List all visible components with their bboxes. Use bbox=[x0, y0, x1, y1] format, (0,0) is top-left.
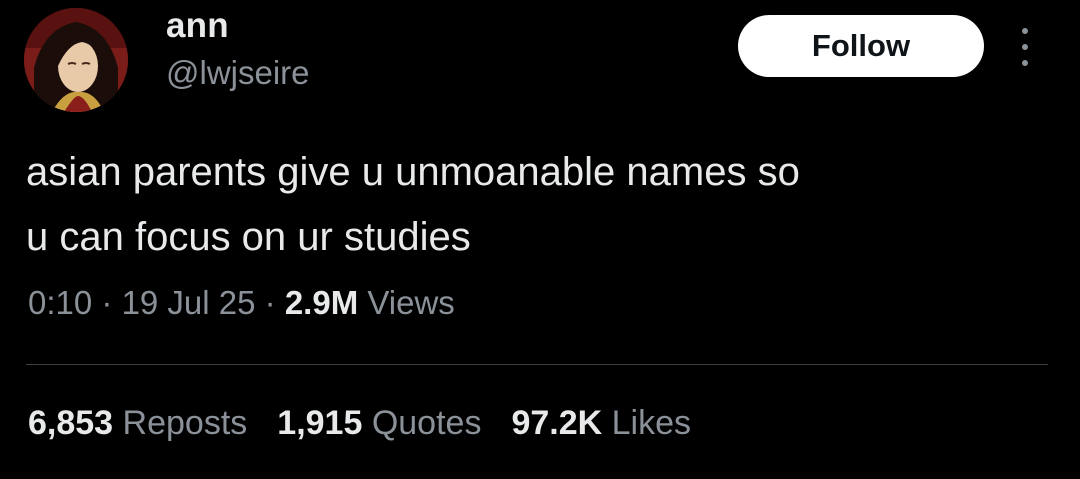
tweet-time[interactable]: 0:10 bbox=[28, 284, 92, 321]
meta-separator: · bbox=[255, 284, 285, 321]
views-count: 2.9M bbox=[284, 284, 359, 321]
likes-label: Likes bbox=[602, 404, 692, 442]
reposts-count: 6,853 bbox=[28, 404, 114, 442]
tweet-meta: 0:10 · 19 Jul 25 · 2.9M Views bbox=[28, 284, 455, 322]
reposts-stat[interactable]: 6,853 Reposts bbox=[28, 404, 247, 443]
dot bbox=[1022, 28, 1028, 34]
display-name[interactable]: ann bbox=[166, 6, 229, 46]
quotes-label: Quotes bbox=[362, 404, 482, 442]
more-vertical-icon[interactable] bbox=[1015, 28, 1035, 66]
divider bbox=[26, 364, 1048, 365]
dot bbox=[1022, 60, 1028, 66]
avatar[interactable] bbox=[24, 8, 128, 112]
reposts-label: Reposts bbox=[113, 404, 248, 442]
anime-character-avatar-icon bbox=[24, 8, 128, 112]
meta-separator: · bbox=[92, 284, 122, 321]
likes-stat[interactable]: 97.2K Likes bbox=[511, 404, 691, 443]
views-label: Views bbox=[358, 284, 455, 321]
dot bbox=[1022, 44, 1028, 50]
follow-button[interactable]: Follow bbox=[738, 15, 984, 77]
user-handle[interactable]: @lwjseire bbox=[166, 54, 310, 92]
quotes-stat[interactable]: 1,915 Quotes bbox=[277, 404, 481, 443]
quotes-count: 1,915 bbox=[277, 404, 363, 442]
likes-count: 97.2K bbox=[511, 404, 603, 442]
engagement-stats: 6,853 Reposts 1,915 Quotes 97.2K Likes bbox=[28, 404, 721, 443]
tweet-date[interactable]: 19 Jul 25 bbox=[122, 284, 256, 321]
tweet-text: asian parents give u unmoanable names so… bbox=[26, 150, 800, 259]
